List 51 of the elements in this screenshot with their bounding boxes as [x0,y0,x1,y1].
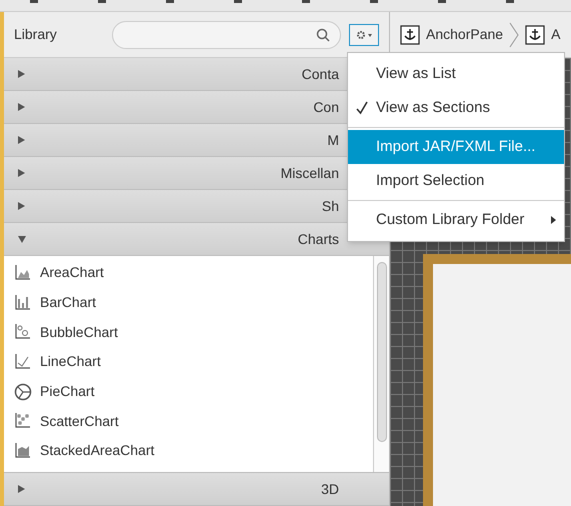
section-title: 3D [321,480,339,498]
chevron-icon [509,22,520,48]
expand-arrow-icon [18,202,25,210]
scatter-chart-icon [14,412,32,430]
section-header[interactable]: Con [4,91,343,124]
menu-item[interactable]: Import Selection [348,164,564,198]
section-header[interactable]: Miscellan [4,157,343,190]
library-item[interactable]: AreaChart [4,258,373,288]
search-field[interactable] [112,20,341,48]
settings-icon [356,30,372,40]
section-title: Charts [298,230,339,248]
menu-item[interactable]: View as Sections [348,91,564,125]
section-header[interactable]: Sh [4,190,343,223]
collapse-arrow-icon [18,236,26,242]
library-item[interactable]: BubbleChart [4,317,373,348]
expand-arrow-icon [18,70,25,78]
breadcrumb-item[interactable]: A [551,24,560,45]
pie-chart-icon [14,382,32,401]
line-chart-icon [14,352,32,371]
stacked-chart-icon [14,442,32,460]
section-title: Miscellan [280,164,339,182]
expand-arrow-icon [18,169,25,177]
scrollbar-thumb[interactable] [376,262,386,442]
breadcrumb-item[interactable]: AnchorPane [426,24,504,45]
section-header[interactable]: 3D [4,473,343,506]
menu-item[interactable]: View as List [348,57,564,91]
menu-item[interactable]: Custom Library Folder [348,203,564,237]
expand-arrow-icon [18,485,25,493]
settings-button[interactable] [349,24,379,46]
section-header[interactable]: Charts [4,223,343,256]
library-item[interactable]: StackedAreaChart [4,436,373,466]
section-header[interactable]: Conta [4,58,343,91]
anchor-icon [525,24,546,44]
bubble-chart-icon [14,323,32,342]
section-header[interactable]: M [4,124,343,157]
section-title: Sh [322,196,339,216]
submenu-arrow-icon [551,216,556,224]
section-title: Conta [302,64,339,84]
library-item[interactable]: BarChart [4,288,373,318]
bar-chart-icon [14,294,32,312]
area-chart-icon [14,264,32,282]
search-icon [316,28,330,42]
anchor-icon [400,24,420,44]
library-item[interactable]: ScatterChart [4,406,373,436]
library-item[interactable]: LineChart [4,347,373,377]
section-title: Con [313,98,339,116]
expand-arrow-icon [18,136,25,144]
section-title: M [327,130,339,150]
library-item[interactable]: PieChart [4,376,373,406]
expand-arrow-icon [18,103,25,111]
library-title: Library [14,25,58,44]
